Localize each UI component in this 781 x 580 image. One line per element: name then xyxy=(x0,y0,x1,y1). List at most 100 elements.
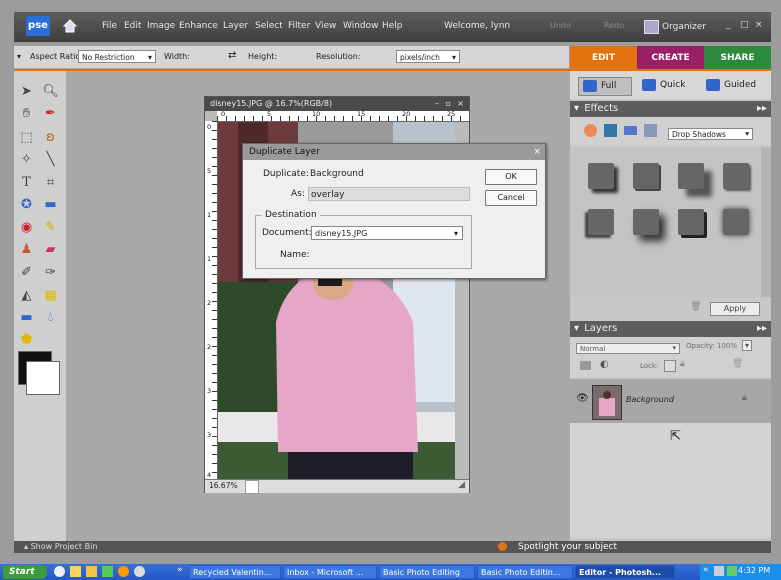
healing-brush-tool-icon[interactable]: ✎ xyxy=(42,219,59,236)
taskbar-item[interactable]: Recycled Valentin... xyxy=(189,565,281,579)
effect-thumbnail[interactable] xyxy=(723,163,749,189)
magic-wand-tool-icon[interactable]: ✧ xyxy=(18,151,35,168)
close-button[interactable]: × xyxy=(755,20,763,30)
blur-tool-icon[interactable]: 💧︎ xyxy=(42,309,59,326)
tab-share[interactable]: SHARE xyxy=(704,46,771,70)
selection-brush-tool-icon[interactable]: ╲ xyxy=(42,151,59,168)
menu-view[interactable]: View xyxy=(315,21,336,31)
background-color-swatch[interactable] xyxy=(26,361,60,395)
quick-launch-icon[interactable] xyxy=(118,566,129,577)
effect-thumbnail[interactable] xyxy=(678,209,704,235)
effect-thumbnail[interactable] xyxy=(678,163,704,189)
paint-bucket-tool-icon[interactable]: ◭ xyxy=(18,287,35,304)
lock-transparent-icon[interactable] xyxy=(664,360,676,372)
panel-menu-icon[interactable]: ▸▸ xyxy=(757,321,767,337)
hand-tool-icon[interactable]: ✋︎ xyxy=(18,105,35,122)
quick-launch-icon[interactable] xyxy=(86,566,97,577)
menu-layer[interactable]: Layer xyxy=(223,21,248,31)
quick-launch-icon[interactable] xyxy=(70,566,81,577)
taskbar-item[interactable]: Inbox - Microsoft ... xyxy=(283,565,377,579)
type-tool-icon[interactable]: T xyxy=(18,174,35,191)
tray-icon[interactable] xyxy=(714,566,724,576)
effect-thumbnail[interactable] xyxy=(633,163,659,189)
layer-name-input[interactable]: overlay xyxy=(308,187,470,201)
tab-create[interactable]: CREATE xyxy=(637,46,704,70)
scroll-box[interactable] xyxy=(245,480,259,494)
visibility-eye-icon[interactable]: 👁︎ xyxy=(576,393,589,404)
resize-grip-icon[interactable]: ◢ xyxy=(458,480,465,490)
brush-tool-icon[interactable]: ✐ xyxy=(18,264,35,281)
straighten-tool-icon[interactable]: ▬ xyxy=(42,196,59,213)
menu-filter[interactable]: Filter xyxy=(288,21,310,31)
menu-enhance[interactable]: Enhance xyxy=(179,21,218,31)
photo-effects-icon[interactable] xyxy=(624,126,637,135)
lock-all-icon[interactable]: 🔒︎ xyxy=(680,359,685,369)
dialog-title-bar[interactable]: Duplicate Layer × xyxy=(243,144,545,160)
shape-tool-icon[interactable]: ▬ xyxy=(18,309,35,326)
doc-minimize-icon[interactable]: – xyxy=(435,97,439,111)
effects-category-select[interactable]: Drop Shadows xyxy=(668,128,753,140)
layers-panel-header[interactable]: ▾ Layers ▸▸ xyxy=(570,321,771,337)
effects-panel-header[interactable]: ▾ Effects ▸▸ xyxy=(570,101,771,117)
undo-button[interactable]: Undo xyxy=(550,21,571,30)
taskbar-item[interactable]: Basic Photo Editin... xyxy=(477,565,573,579)
menu-edit[interactable]: Edit xyxy=(124,21,141,31)
more-chevron-icon[interactable]: » xyxy=(177,565,183,575)
lasso-tool-icon[interactable]: ʚ xyxy=(42,129,59,146)
tray-icon[interactable] xyxy=(727,566,737,576)
resolution-unit-select[interactable]: pixels/inch xyxy=(396,50,460,64)
swap-icon[interactable]: ⇄ xyxy=(228,50,236,61)
app-logo[interactable]: pse xyxy=(26,16,50,36)
layer-styles-icon[interactable] xyxy=(604,124,617,137)
tab-full[interactable]: Full xyxy=(578,77,632,96)
collapse-icon[interactable]: ▾ xyxy=(574,323,579,334)
marquee-tool-icon[interactable]: ⬚ xyxy=(18,129,35,146)
zoom-tool-icon[interactable]: 🔍︎ xyxy=(42,83,59,100)
eyedropper-tool-icon[interactable]: ✒ xyxy=(42,105,59,122)
menu-image[interactable]: Image xyxy=(147,21,175,31)
tray-expand-icon[interactable]: « xyxy=(703,565,709,575)
effect-thumbnail[interactable] xyxy=(588,163,614,189)
move-tool-icon[interactable]: ➤ xyxy=(18,83,35,100)
tab-quick[interactable]: Quick xyxy=(642,77,685,94)
trash-icon[interactable]: 🗑︎ xyxy=(690,302,701,312)
tab-guided[interactable]: Guided xyxy=(706,77,756,94)
dialog-close-icon[interactable]: × xyxy=(533,144,541,160)
start-button[interactable]: Start xyxy=(3,565,47,579)
crop-tool-icon[interactable]: ⌗ xyxy=(42,174,59,191)
quick-launch-icon[interactable] xyxy=(54,566,65,577)
minimize-button[interactable]: _ xyxy=(726,20,731,30)
panel-menu-icon[interactable]: ▸▸ xyxy=(757,101,767,117)
delete-layer-icon[interactable]: 🗑︎ xyxy=(732,359,743,369)
ok-button[interactable]: OK xyxy=(485,169,537,185)
aspect-ratio-select[interactable]: No Restriction xyxy=(78,50,156,64)
show-project-bin-button[interactable]: ▴ Show Project Bin xyxy=(24,542,97,551)
taskbar-item-active[interactable]: Editor - Photosh... xyxy=(575,565,675,579)
collapse-icon[interactable]: ▾ xyxy=(574,103,579,114)
apply-button[interactable]: Apply xyxy=(710,302,760,316)
restore-button[interactable]: □ xyxy=(740,20,749,30)
document-title-bar[interactable]: disney15.JPG @ 16.7%(RGB/8) – ▫ × xyxy=(205,97,469,111)
menu-window[interactable]: Window xyxy=(343,21,379,31)
eraser-tool-icon[interactable]: ▰ xyxy=(42,241,59,258)
red-eye-tool-icon[interactable]: ◉ xyxy=(18,219,35,236)
cookie-cutter-tool-icon[interactable]: ✪ xyxy=(18,196,35,213)
home-icon[interactable] xyxy=(62,18,78,34)
redo-button[interactable]: Redo xyxy=(604,21,624,30)
filters-icon[interactable] xyxy=(584,124,597,137)
sponge-tool-icon[interactable]: ⬟ xyxy=(18,331,35,348)
show-all-icon[interactable] xyxy=(644,124,657,137)
smart-brush-tool-icon[interactable]: ✑ xyxy=(42,264,59,281)
menu-file[interactable]: File xyxy=(102,21,117,31)
doc-maximize-icon[interactable]: ▫ xyxy=(446,97,451,111)
effect-thumbnail[interactable] xyxy=(588,209,614,235)
doc-close-icon[interactable]: × xyxy=(457,97,464,111)
quick-launch-icon[interactable] xyxy=(102,566,113,577)
taskbar-item[interactable]: Basic Photo Editing xyxy=(379,565,475,579)
opacity-dropdown-icon[interactable]: ▾ xyxy=(742,340,753,351)
adjustment-layer-icon[interactable]: ◐ xyxy=(600,359,609,370)
tool-preset-icon[interactable]: ▾ xyxy=(17,52,21,61)
tab-edit[interactable]: EDIT xyxy=(570,46,637,70)
effects-scrollbar[interactable] xyxy=(761,147,771,297)
quick-launch-icon[interactable] xyxy=(134,566,145,577)
